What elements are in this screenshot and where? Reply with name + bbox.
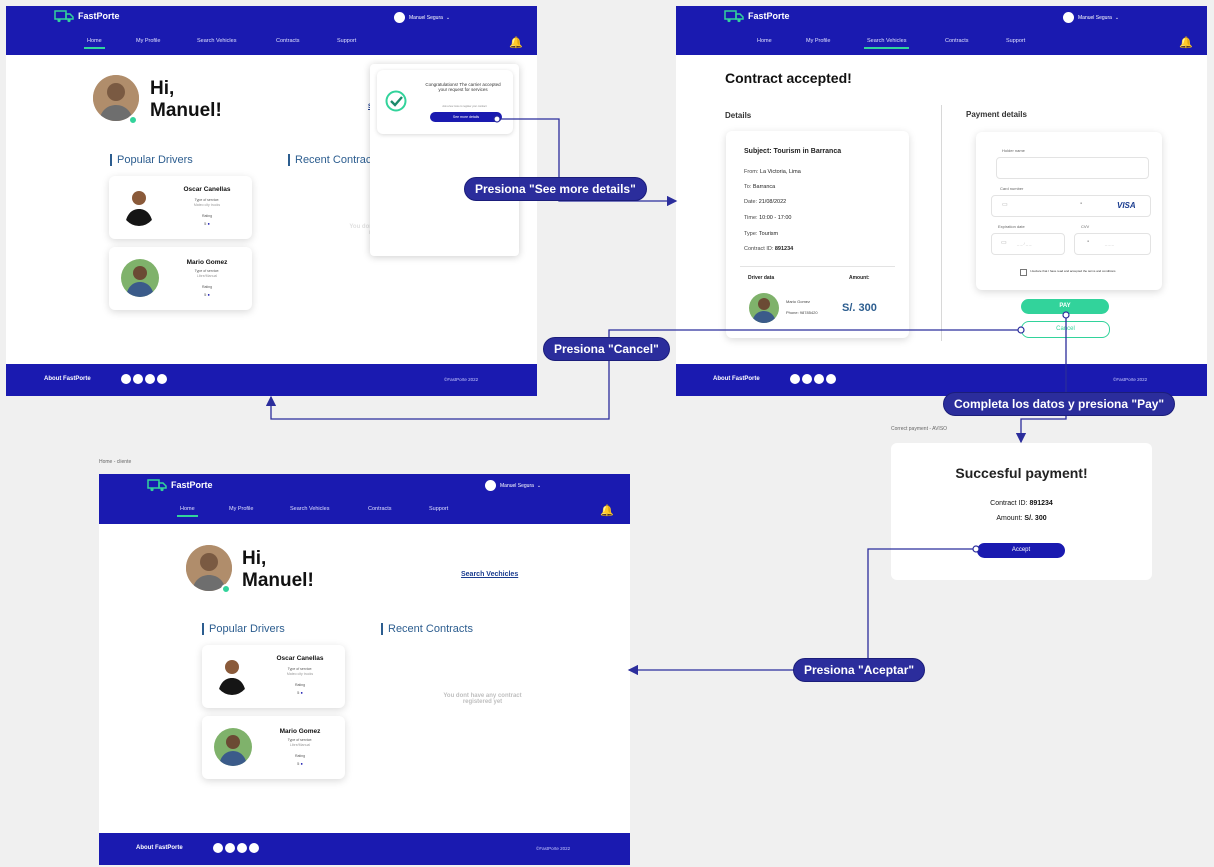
callout-cancel: Presiona "Cancel" bbox=[543, 337, 670, 361]
connector-aceptar bbox=[627, 548, 976, 676]
callout-see-more-details: Presiona "See more details" bbox=[464, 177, 647, 201]
callout-pay: Completa los datos y presiona "Pay" bbox=[943, 392, 1176, 416]
flow-connectors bbox=[265, 115, 1070, 676]
callout-aceptar: Presiona "Aceptar" bbox=[793, 658, 926, 682]
connector-pay bbox=[1015, 315, 1067, 444]
